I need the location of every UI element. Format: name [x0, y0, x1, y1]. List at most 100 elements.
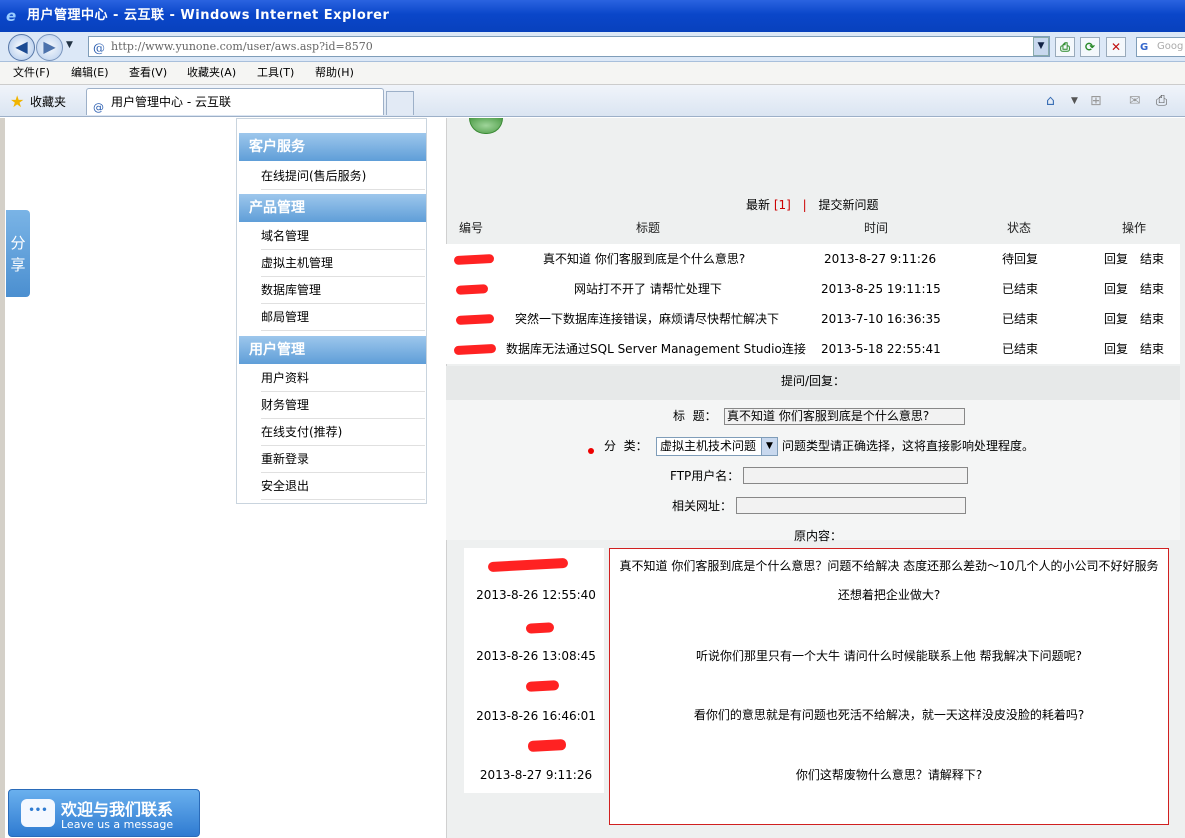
- col-header-action: 操作: [1122, 221, 1147, 235]
- chevron-down-icon: ▼: [761, 438, 777, 455]
- tab-submit-question[interactable]: 提交新问题: [819, 198, 879, 212]
- message-time: 2013-8-26 13:08:45: [476, 649, 596, 663]
- sidebar-item-profile[interactable]: 用户资料: [261, 365, 425, 392]
- redaction-mark: [455, 284, 489, 295]
- title-field-value: 真不知道 你们客服到底是个什么意思?: [727, 409, 930, 423]
- contact-us-widget[interactable]: ••• 欢迎与我们联系 Leave us a message: [8, 789, 200, 837]
- history-dropdown-icon[interactable]: ▼: [66, 40, 73, 50]
- ftp-username-field[interactable]: [743, 467, 968, 484]
- close-link[interactable]: 结束: [1140, 304, 1164, 334]
- menu-help[interactable]: 帮助(H): [315, 62, 354, 84]
- menu-edit[interactable]: 编辑(E): [71, 62, 109, 84]
- favorites-star-icon[interactable]: ★: [10, 92, 24, 111]
- reply-link[interactable]: 回复: [1104, 274, 1128, 304]
- sidebar-item-pay[interactable]: 在线支付(推荐): [261, 419, 425, 446]
- question-tabs: 最新 [1] | 提交新问题: [746, 196, 879, 213]
- share-label: 分享: [10, 234, 26, 274]
- compat-view-icon[interactable]: ⎙: [1055, 37, 1075, 57]
- related-url-label: 相关网址：: [672, 499, 733, 513]
- question-title-link[interactable]: 数据库无法通过SQL Server Management Studio连接: [506, 334, 806, 364]
- question-time: 2013-7-10 16:36:35: [821, 312, 941, 326]
- original-message-box: 真不知道 你们客服到底是个什么意思？问题不给解决 态度还那么差劲～10几个人的小…: [609, 548, 1169, 825]
- address-bar: ◀ ▶ ▼ @ http://www.yunone.com/user/aws.a…: [0, 32, 1185, 62]
- original-content-label: 原内容：: [794, 529, 843, 543]
- redaction-mark: [453, 253, 495, 266]
- original-content: 2013-8-26 12:55:40 2013-8-26 13:08:45 20…: [464, 548, 1170, 826]
- required-marker: [588, 448, 594, 454]
- search-input[interactable]: G Goog: [1136, 37, 1185, 57]
- sidebar-item-database[interactable]: 数据库管理: [261, 277, 425, 304]
- sidebar-item-relogin[interactable]: 重新登录: [261, 446, 425, 473]
- feeds-icon[interactable]: ⊞: [1090, 93, 1102, 109]
- related-url-field[interactable]: [736, 497, 966, 514]
- favorites-button[interactable]: 收藏夹: [30, 93, 66, 110]
- col-header-status: 状态: [1007, 221, 1032, 235]
- title-field[interactable]: 真不知道 你们客服到底是个什么意思?: [724, 408, 965, 425]
- category-select-value: 虚拟主机技术问题: [660, 439, 757, 453]
- menu-view[interactable]: 查看(V): [129, 62, 167, 84]
- home-icon[interactable]: ⌂: [1046, 93, 1055, 109]
- contact-title: 欢迎与我们联系: [61, 800, 174, 819]
- sidebar-item-mail[interactable]: 邮局管理: [261, 304, 425, 331]
- menu-file[interactable]: 文件(F): [13, 62, 50, 84]
- browser-window: e 用户管理中心 - 云互联 - Windows Internet Explor…: [0, 0, 1185, 838]
- question-title-link[interactable]: 网站打不开了 请帮忙处理下: [574, 274, 722, 304]
- question-status: 已结束: [1002, 312, 1039, 326]
- new-tab-button[interactable]: [386, 91, 414, 115]
- home-dropdown-icon[interactable]: ▼: [1071, 96, 1078, 106]
- question-status: 待回复: [1002, 252, 1039, 266]
- table-row: 真不知道 你们客服到底是个什么意思? 2013-8-27 9:11:26 待回复…: [446, 244, 1180, 274]
- message-line: 看你们的意思就是有问题也死活不给解决，就一天这样没皮没脸的耗着吗?: [693, 708, 1085, 722]
- close-link[interactable]: 结束: [1140, 274, 1164, 304]
- question-title-link[interactable]: 真不知道 你们客服到底是个什么意思?: [543, 244, 745, 274]
- close-link[interactable]: 结束: [1140, 334, 1164, 364]
- question-title-link[interactable]: 突然一下数据库连接错误，麻烦请尽快帮忙解决下: [515, 304, 779, 334]
- favorites-bar: ★ 收藏夹 @ 用户管理中心 - 云互联 ⌂ ▼ ⊞ ✉ ⎙: [0, 85, 1185, 117]
- tab-newest[interactable]: 最新: [746, 198, 770, 212]
- sidebar-section-user: 用户管理: [239, 336, 426, 364]
- message-time: 2013-8-27 9:11:26: [479, 768, 593, 782]
- sidebar-item-online-question[interactable]: 在线提问(售后服务): [261, 163, 425, 190]
- redaction-mark: [527, 739, 567, 752]
- redaction-mark: [453, 343, 497, 356]
- browser-tab[interactable]: @ 用户管理中心 - 云互联: [86, 88, 384, 115]
- stop-icon[interactable]: ✕: [1106, 37, 1126, 57]
- url-dropdown-icon[interactable]: ▼: [1033, 37, 1049, 56]
- table-row: 数据库无法通过SQL Server Management Studio连接 20…: [446, 334, 1180, 364]
- refresh-icon[interactable]: ⟳: [1080, 37, 1100, 57]
- sidebar-item-vhost[interactable]: 虚拟主机管理: [261, 250, 425, 277]
- ftp-label: FTP用户名：: [670, 469, 740, 483]
- title-bar: e 用户管理中心 - 云互联 - Windows Internet Explor…: [0, 0, 1185, 32]
- category-label: 分 类：: [604, 439, 648, 453]
- reply-author-column: 2013-8-26 12:55:40 2013-8-26 13:08:45 20…: [464, 548, 604, 793]
- question-time: 2013-8-25 19:11:15: [821, 282, 941, 296]
- mail-icon[interactable]: ✉: [1129, 93, 1141, 109]
- tab-title: 用户管理中心 - 云互联: [111, 95, 231, 109]
- ie-logo-icon: e: [6, 7, 17, 25]
- print-icon[interactable]: ⎙: [1156, 93, 1167, 109]
- page-icon: @: [93, 41, 105, 55]
- col-header-title: 标题: [636, 221, 661, 235]
- share-button[interactable]: 分享: [6, 210, 30, 297]
- chat-bubble-icon: •••: [21, 799, 55, 827]
- sidebar-item-finance[interactable]: 财务管理: [261, 392, 425, 419]
- sidebar-item-domain[interactable]: 域名管理: [261, 223, 425, 250]
- question-status: 已结束: [1002, 282, 1039, 296]
- search-placeholder: Goog: [1157, 41, 1184, 52]
- redaction-mark: [525, 622, 555, 634]
- reply-link[interactable]: 回复: [1104, 304, 1128, 334]
- reply-link[interactable]: 回复: [1104, 334, 1128, 364]
- question-status: 已结束: [1002, 342, 1039, 356]
- reply-link[interactable]: 回复: [1104, 244, 1128, 274]
- sidebar-item-logout[interactable]: 安全退出: [261, 473, 425, 500]
- back-button[interactable]: ◀: [8, 34, 35, 61]
- category-select[interactable]: 虚拟主机技术问题 ▼: [656, 437, 778, 456]
- menu-favorites[interactable]: 收藏夹(A): [187, 62, 236, 84]
- menu-tools[interactable]: 工具(T): [257, 62, 294, 84]
- question-time: 2013-8-27 9:11:26: [824, 252, 937, 266]
- close-link[interactable]: 结束: [1140, 244, 1164, 274]
- url-input[interactable]: @ http://www.yunone.com/user/aws.asp?id=…: [88, 36, 1050, 57]
- sidebar: 客户服务 在线提问(售后服务) 产品管理 域名管理 虚拟主机管理 数据库管理 邮…: [236, 118, 427, 504]
- url-text: http://www.yunone.com/user/aws.asp?id=85…: [111, 40, 373, 53]
- forward-button[interactable]: ▶: [36, 34, 63, 61]
